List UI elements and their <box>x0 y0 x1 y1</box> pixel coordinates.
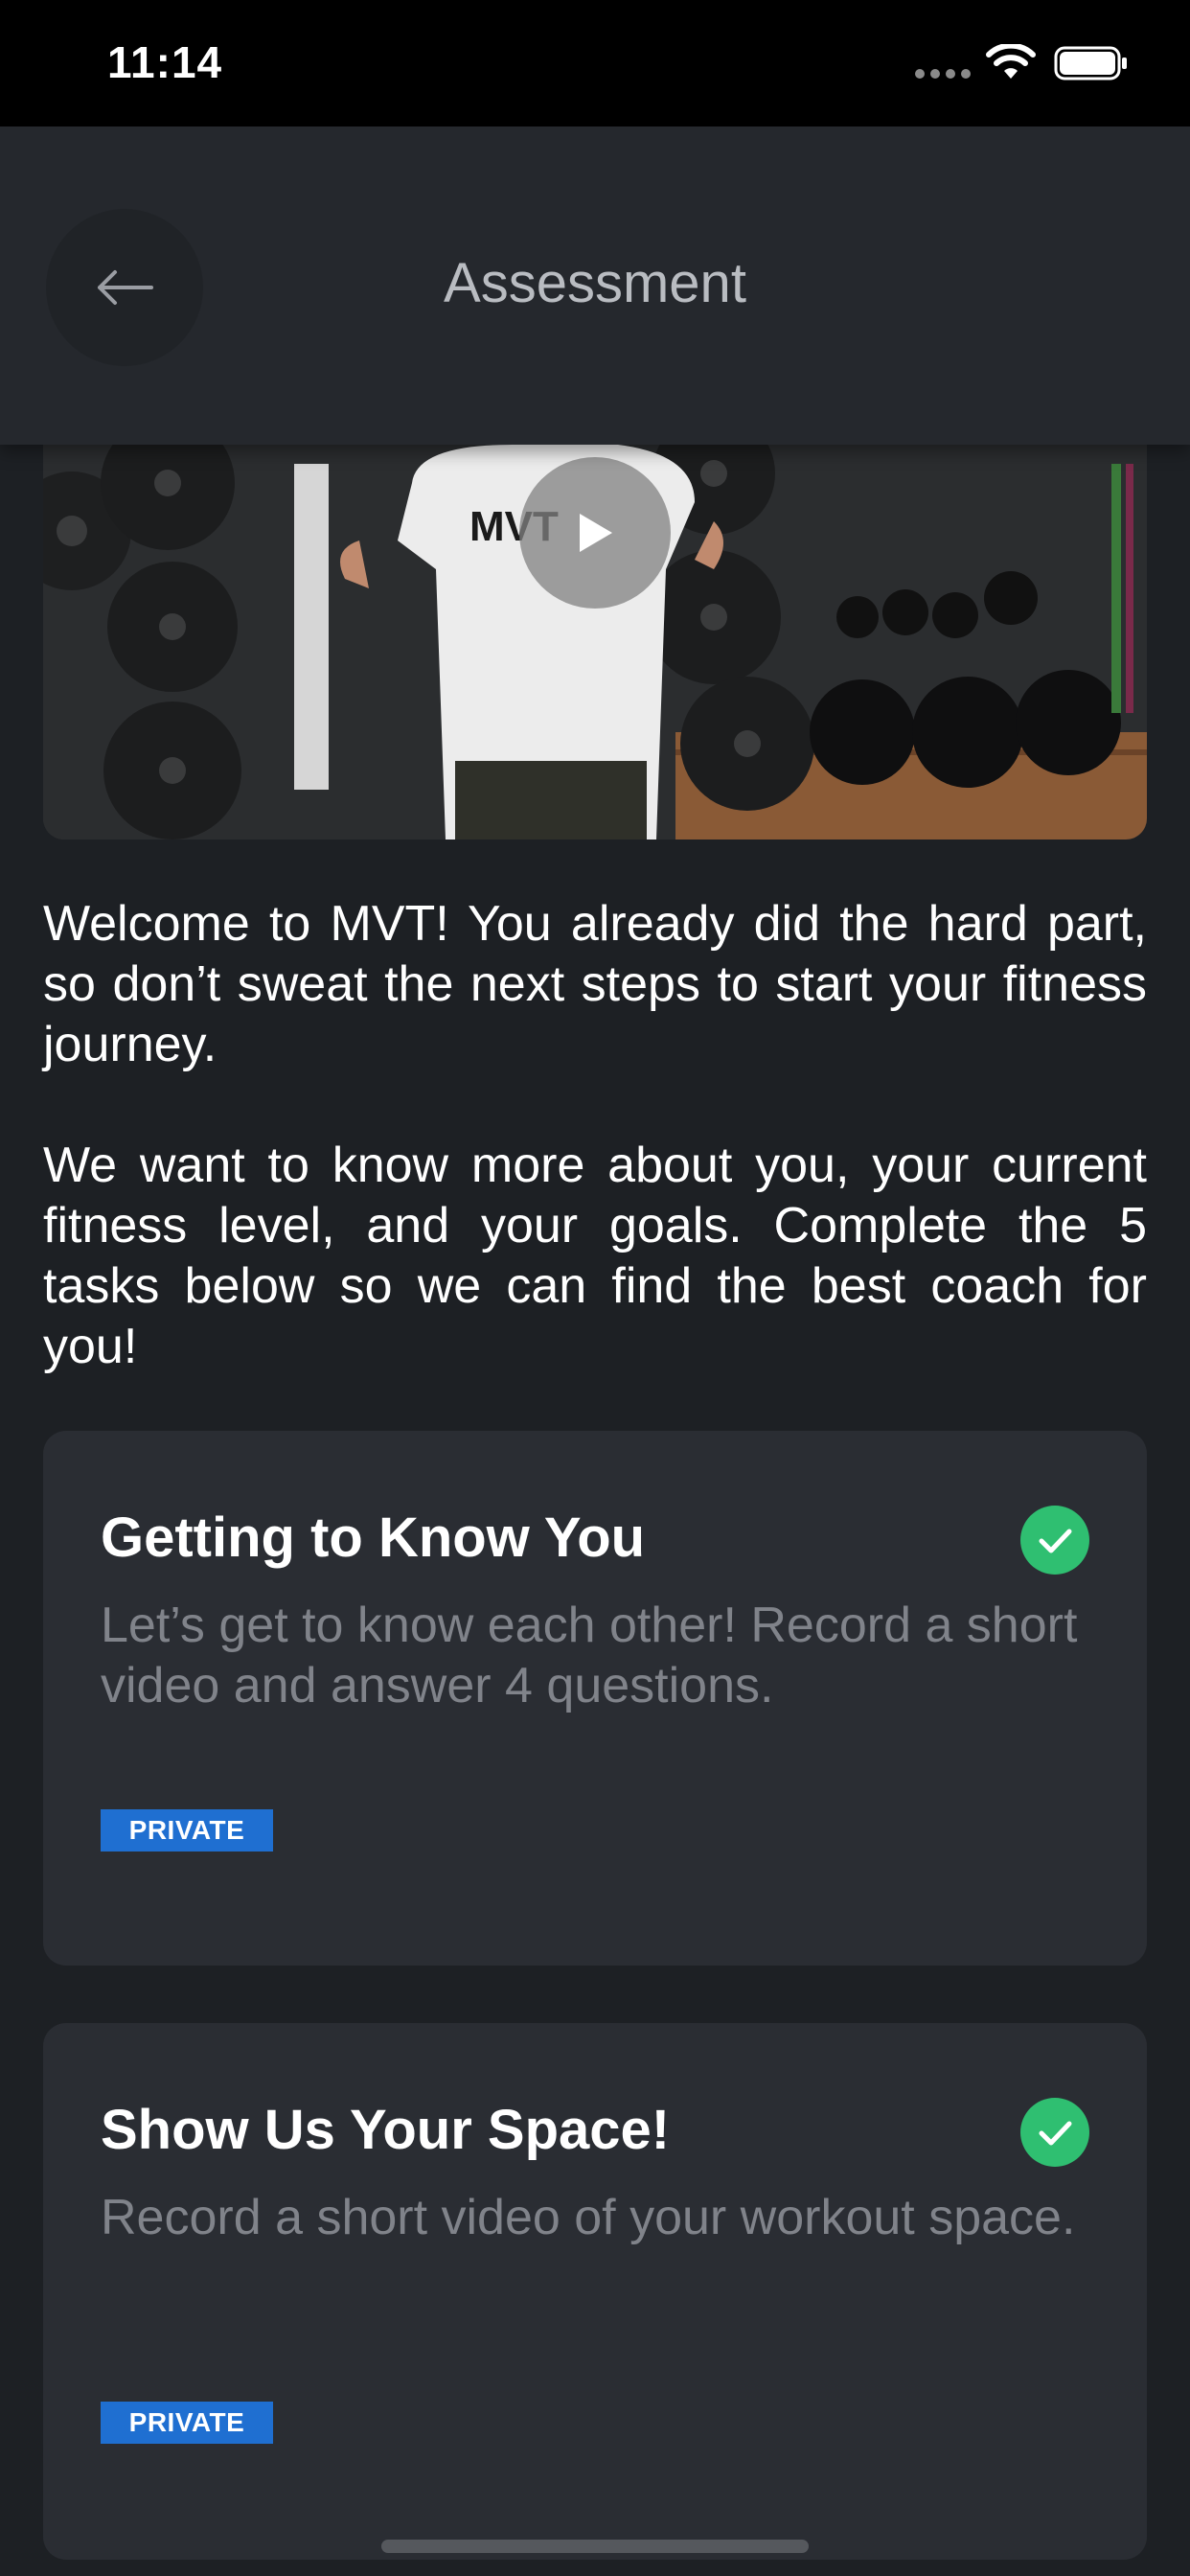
intro-paragraph-welcome: Welcome to MVT! You already did the hard… <box>43 896 1147 1072</box>
task-card-getting-to-know-you[interactable]: Getting to Know You Let’s get to know ea… <box>43 1431 1147 1966</box>
battery-icon <box>1054 46 1127 80</box>
play-icon <box>580 514 612 552</box>
task-title: Getting to Know You <box>101 1506 646 1569</box>
task-title: Show Us Your Space! <box>101 2099 671 2161</box>
check-circle-icon <box>1020 2098 1089 2167</box>
task-card-show-us-your-space[interactable]: Show Us Your Space! Record a short video… <box>43 2023 1147 2560</box>
app-header: Assessment <box>0 126 1190 445</box>
task-description: Let’s get to know each other! Record a s… <box>101 1598 1078 1714</box>
page-title: Assessment <box>444 252 746 314</box>
intro-paragraph-tasks: We want to know more about you, your cur… <box>43 1138 1147 1374</box>
check-circle-icon <box>1020 1506 1089 1575</box>
private-badge: PRIVATE <box>101 1809 273 1852</box>
private-badge: PRIVATE <box>101 2402 273 2444</box>
home-indicator[interactable] <box>381 2540 809 2553</box>
task-description: Record a short video of your workout spa… <box>101 2190 1076 2245</box>
play-button[interactable] <box>519 457 671 609</box>
wifi-icon <box>986 44 1036 79</box>
status-bar: 11:14 <box>0 0 1190 126</box>
intro-video[interactable]: MVT <box>43 445 1147 840</box>
cellular-signal-icon <box>915 69 971 79</box>
status-time: 11:14 <box>107 37 223 87</box>
